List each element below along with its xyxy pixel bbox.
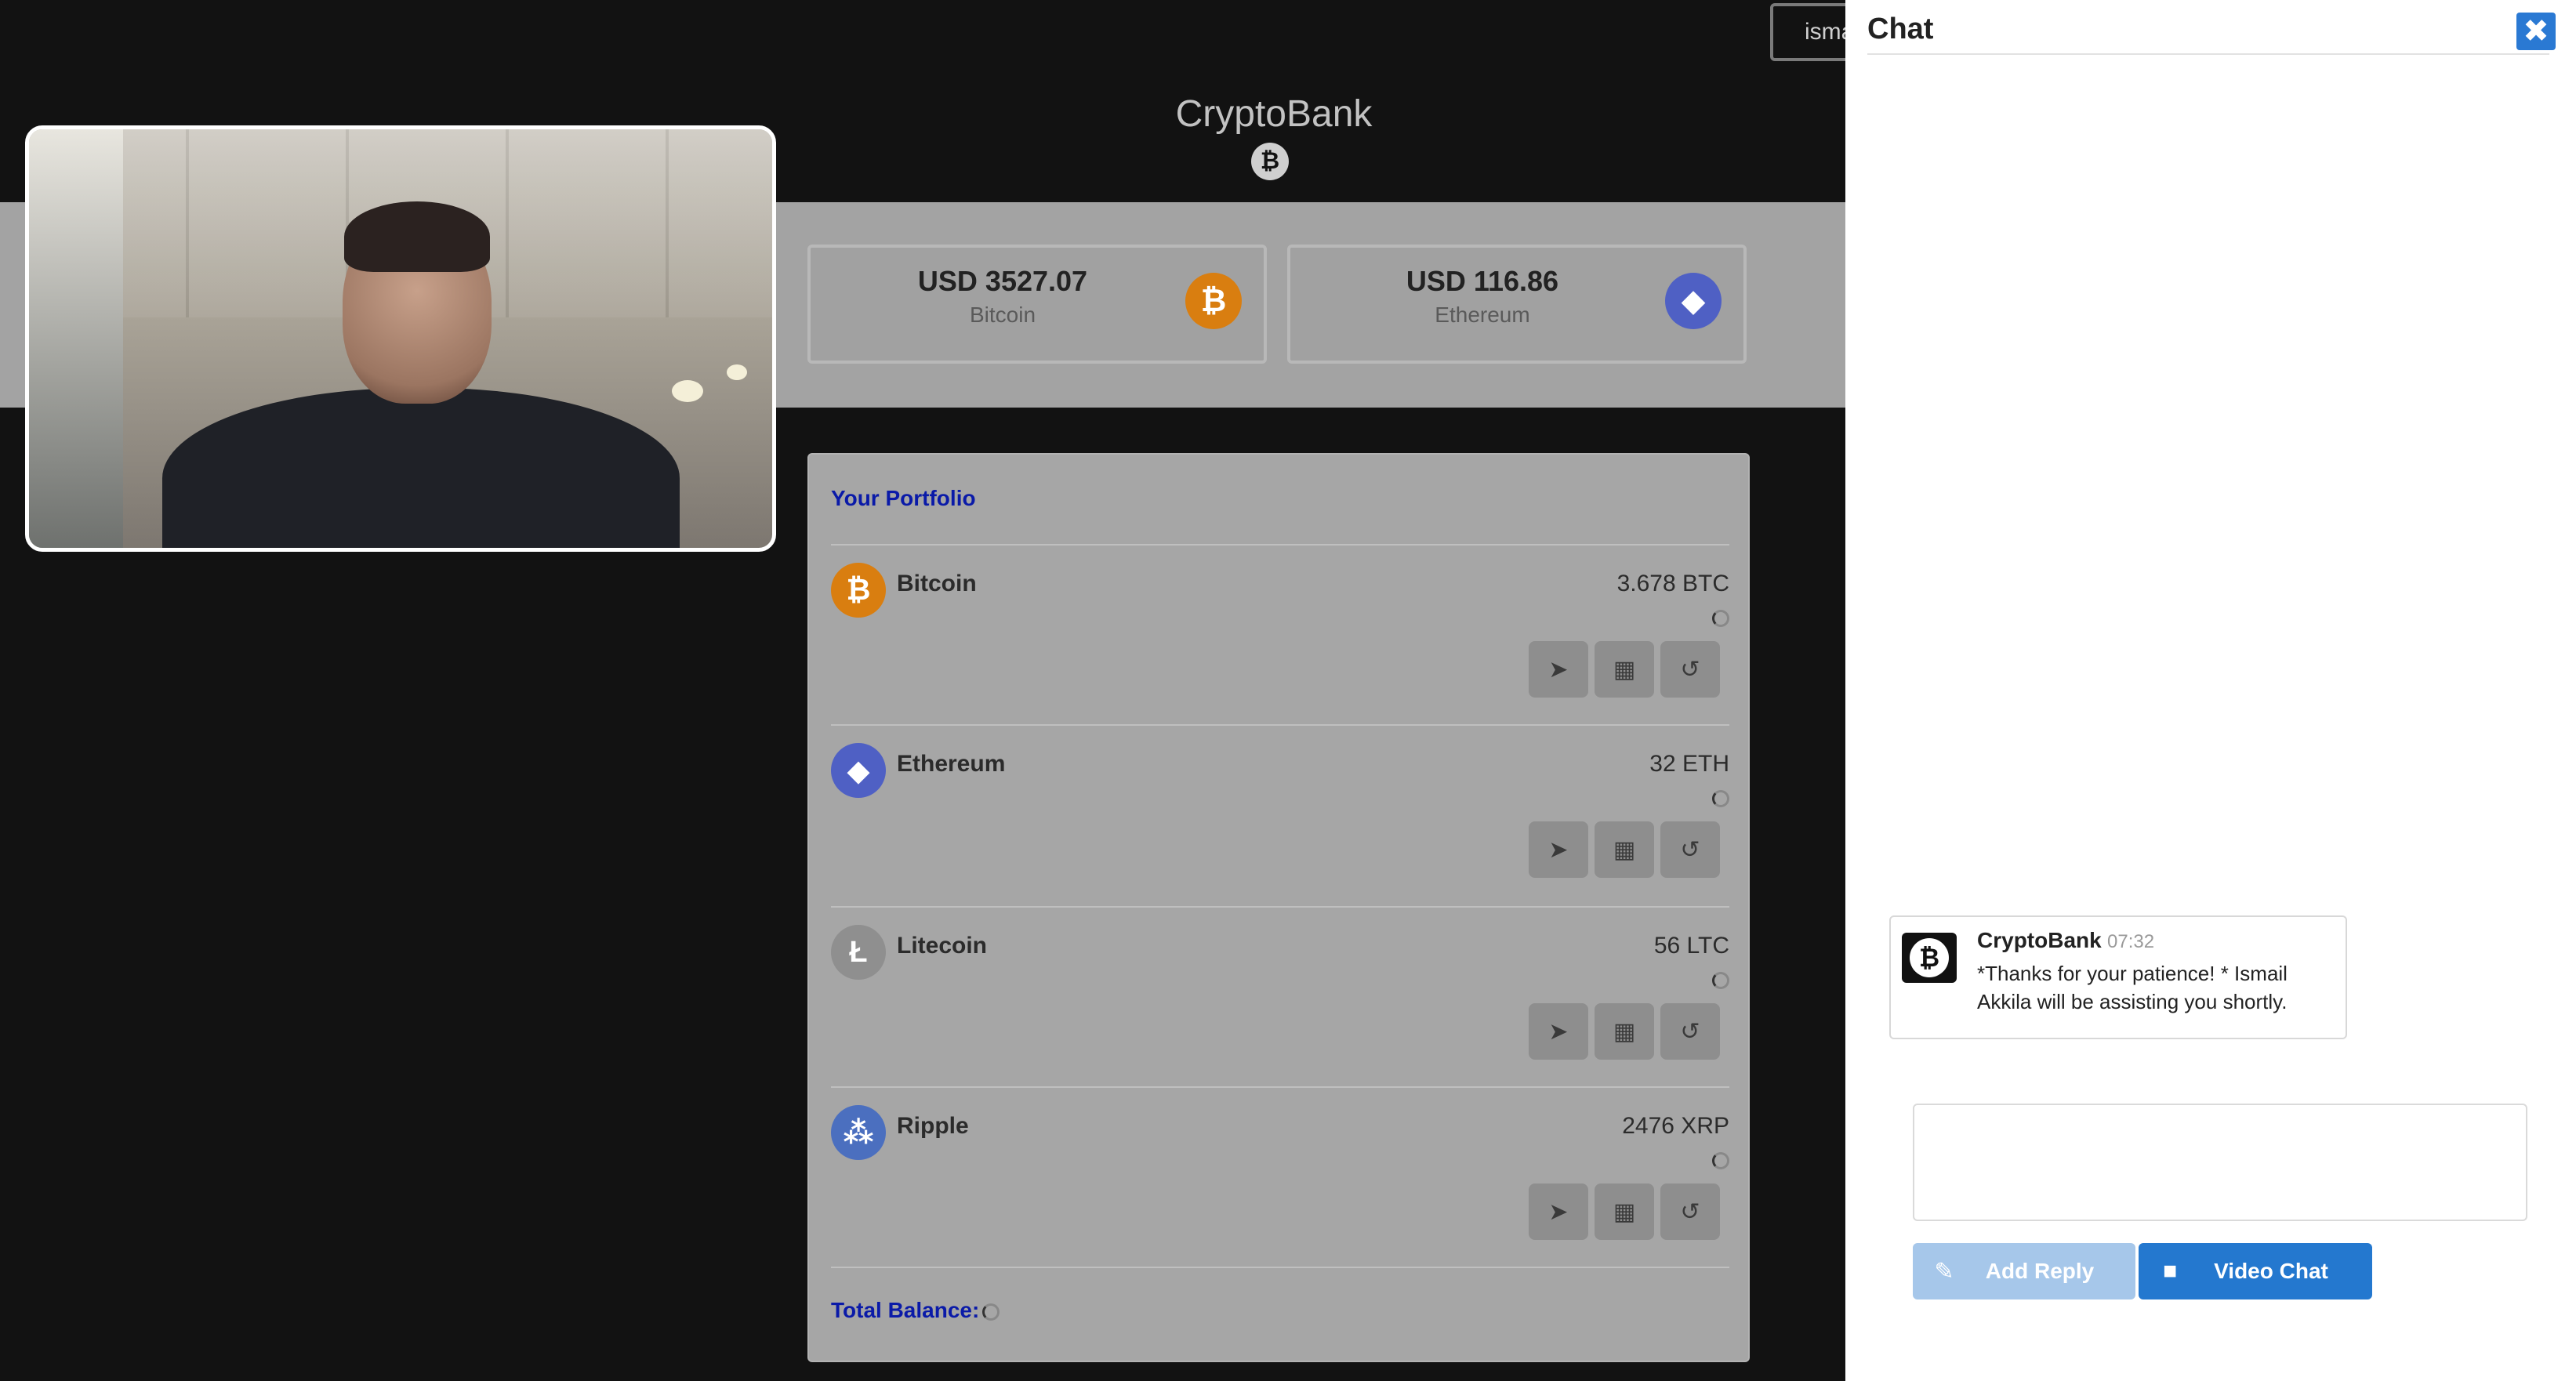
total-balance-label: Total Balance:	[831, 1298, 980, 1322]
portfolio-panel: Your Portfolio ₿ Bitcoin 3.678 BTC ➤ ▦ ↺…	[807, 453, 1750, 1362]
loading-spinner-icon	[1712, 790, 1729, 807]
bitcoin-price-label: Bitcoin	[969, 303, 1036, 327]
video-chat-label: Video Chat	[2214, 1259, 2328, 1283]
history-button[interactable]: ↺	[1660, 641, 1720, 698]
receive-qr-button[interactable]: ▦	[1595, 1183, 1654, 1240]
total-balance: Total Balance:	[831, 1298, 1000, 1323]
receive-qr-button[interactable]: ▦	[1595, 641, 1654, 698]
bitcoin-logo-icon: ₿	[1910, 938, 1949, 977]
asset-quantity: 2476 XRP	[1622, 1113, 1729, 1139]
brand-title: CryptoBank	[1175, 93, 1373, 135]
litecoin-icon: Ł	[831, 925, 886, 980]
message-text: *Thanks for your patience! * Ismail Akki…	[1977, 962, 2288, 1013]
portfolio-row-ripple: ⁂ Ripple 2476 XRP ➤ ▦ ↺	[809, 1088, 1751, 1268]
history-icon: ↺	[1680, 836, 1700, 863]
send-button[interactable]: ➤	[1529, 1183, 1588, 1240]
qr-code-icon: ▦	[1613, 836, 1636, 863]
qr-code-icon: ▦	[1613, 1018, 1636, 1045]
add-reply-button[interactable]: ✎ Add Reply	[1913, 1243, 2135, 1299]
qr-code-icon: ▦	[1613, 656, 1636, 683]
send-button[interactable]: ➤	[1529, 1003, 1588, 1060]
close-icon: ✖	[2523, 14, 2549, 49]
video-chat-button[interactable]: ■ Video Chat	[2139, 1243, 2372, 1299]
asset-name: Ethereum	[897, 751, 1006, 777]
ethereum-icon: ◆	[831, 743, 886, 798]
avatar: ₿	[1902, 933, 1957, 983]
portfolio-title: Your Portfolio	[831, 486, 976, 510]
portfolio-row-litecoin: Ł Litecoin 56 LTC ➤ ▦ ↺	[809, 908, 1751, 1088]
loading-spinner-icon	[1712, 972, 1729, 989]
asset-name: Litecoin	[897, 933, 988, 959]
ethereum-icon: ◆	[1665, 273, 1722, 329]
loading-spinner-icon	[1712, 610, 1729, 627]
video-person-body	[162, 388, 680, 548]
divider	[831, 1267, 1729, 1268]
qr-code-icon: ▦	[1613, 1198, 1636, 1225]
asset-name: Ripple	[897, 1113, 969, 1139]
send-button[interactable]: ➤	[1529, 641, 1588, 698]
video-person-hair	[344, 201, 490, 272]
loading-spinner-icon	[1712, 1152, 1729, 1169]
history-button[interactable]: ↺	[1660, 1003, 1720, 1060]
ethereum-price-label: Ethereum	[1435, 303, 1530, 327]
video-camera-icon: ■	[2162, 1258, 2178, 1284]
video-call-preview[interactable]	[25, 125, 776, 552]
ethereum-price: USD 116.86	[1406, 265, 1559, 297]
portfolio-row-bitcoin: ₿ Bitcoin 3.678 BTC ➤ ▦ ↺	[809, 546, 1751, 726]
cryptobank-app: isma CryptoBank ₿ USD 3527.07 Bitcoin ₿ …	[0, 0, 1845, 1381]
message-sender: CryptoBank	[1977, 928, 2102, 952]
video-light	[672, 380, 703, 402]
bitcoin-price-card: USD 3527.07 Bitcoin ₿	[807, 245, 1267, 364]
history-icon: ↺	[1680, 1018, 1700, 1045]
user-menu-button[interactable]: isma	[1770, 3, 1845, 61]
portfolio-row-ethereum: ◆ Ethereum 32 ETH ➤ ▦ ↺	[809, 726, 1751, 906]
send-icon: ➤	[1548, 1198, 1569, 1225]
chat-header-divider	[1867, 53, 2549, 55]
receive-qr-button[interactable]: ▦	[1595, 1003, 1654, 1060]
loading-spinner-icon	[982, 1303, 1000, 1321]
asset-quantity: 32 ETH	[1649, 751, 1729, 777]
reply-input[interactable]	[1913, 1104, 2527, 1221]
history-icon: ↺	[1680, 1198, 1700, 1225]
bitcoin-price: USD 3527.07	[917, 265, 1088, 297]
message-timestamp: 07:32	[2107, 931, 2155, 952]
ripple-icon: ⁂	[831, 1105, 886, 1160]
video-light	[727, 364, 747, 380]
asset-name: Bitcoin	[897, 571, 977, 596]
history-icon: ↺	[1680, 656, 1700, 683]
asset-quantity: 3.678 BTC	[1616, 571, 1729, 596]
video-wall	[29, 129, 123, 548]
send-icon: ➤	[1548, 1018, 1569, 1045]
edit-icon: ✎	[1934, 1258, 1954, 1285]
receive-qr-button[interactable]: ▦	[1595, 821, 1654, 878]
history-button[interactable]: ↺	[1660, 1183, 1720, 1240]
send-button[interactable]: ➤	[1529, 821, 1588, 878]
bitcoin-logo-icon: ₿	[1251, 143, 1289, 180]
ethereum-price-card: USD 116.86 Ethereum ◆	[1287, 245, 1747, 364]
send-icon: ➤	[1548, 836, 1569, 863]
asset-quantity: 56 LTC	[1653, 933, 1729, 959]
send-icon: ➤	[1548, 656, 1569, 683]
chat-panel: Chat ✖ ₿ CryptoBank 07:32 *Thanks for yo…	[1845, 0, 2576, 1381]
chat-title: Chat	[1867, 13, 1934, 45]
bitcoin-icon: ₿	[1185, 273, 1242, 329]
history-button[interactable]: ↺	[1660, 821, 1720, 878]
close-chat-button[interactable]: ✖	[2516, 13, 2556, 50]
chat-message: ₿ CryptoBank 07:32 *Thanks for your pati…	[1889, 915, 2347, 1039]
bitcoin-icon: ₿	[831, 563, 886, 618]
add-reply-label: Add Reply	[1985, 1259, 2095, 1283]
